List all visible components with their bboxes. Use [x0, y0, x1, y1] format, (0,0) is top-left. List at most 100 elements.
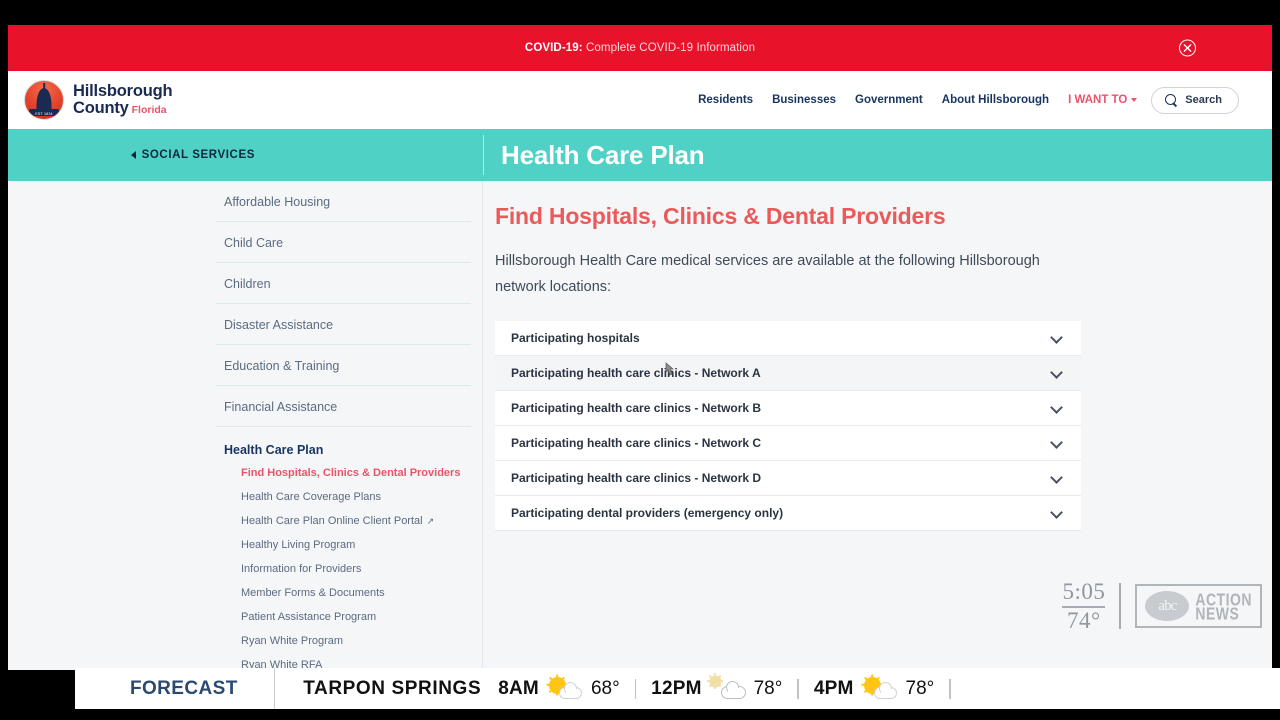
search-icon	[1165, 93, 1178, 107]
covid-alert-banner: COVID-19: Complete COVID-19 Information	[8, 25, 1272, 71]
chevron-down-icon	[1051, 472, 1062, 483]
accordion-item-network-b[interactable]: Participating health care clinics - Netw…	[495, 390, 1081, 426]
forecast-temp: 78°	[905, 677, 935, 699]
forecast-temp: 78°	[753, 677, 783, 699]
forecast-time: 8AM	[498, 677, 539, 699]
main-navigation: Residents Businesses Government About Hi…	[698, 94, 1138, 106]
forecast-slot-8am: 8AM 68°	[498, 676, 620, 700]
section-header-bar: SOCIAL SERVICES Health Care Plan	[8, 129, 1272, 181]
accordion-label: Participating health care clinics - Netw…	[511, 400, 762, 415]
forecast-time: 12PM	[651, 677, 702, 699]
sidebar-item-education-training[interactable]: Education & Training	[216, 345, 471, 386]
header-divider	[483, 135, 484, 175]
sidebar-subitem-online-client-portal-label: Health Care Plan Online Client Portal	[241, 515, 423, 527]
accordion-label: Participating health care clinics - Netw…	[511, 470, 762, 485]
nav-item-i-want-to[interactable]: I WANT TO	[1068, 94, 1138, 106]
accordion-item-dental-providers[interactable]: Participating dental providers (emergenc…	[495, 495, 1081, 531]
accordion-item-network-c[interactable]: Participating health care clinics - Netw…	[495, 425, 1081, 461]
sidebar-item-disaster-assistance[interactable]: Disaster Assistance	[216, 304, 471, 345]
sidebar-subitem-patient-assistance[interactable]: Patient Assistance Program	[216, 605, 471, 629]
nav-item-government[interactable]: Government	[855, 94, 923, 106]
chevron-down-icon	[1131, 98, 1138, 102]
provider-accordion: Participating hospitals Participating he…	[495, 320, 1081, 531]
nav-item-i-want-to-label: I WANT TO	[1068, 94, 1128, 106]
tv-broadcast-screen: COVID-19: Complete COVID-19 Information …	[0, 0, 1280, 720]
sidebar-item-children[interactable]: Children	[216, 263, 471, 304]
chevron-down-icon	[1051, 507, 1062, 518]
covid-banner-prefix: COVID-19:	[524, 42, 583, 54]
accordion-label: Participating health care clinics - Netw…	[511, 365, 761, 380]
logo-line-2: County	[73, 99, 129, 117]
sun-cloud-icon	[548, 676, 582, 700]
forecast-city: TARPON SPRINGS	[303, 677, 482, 699]
chevron-down-icon	[1051, 402, 1062, 413]
content-heading: Find Hospitals, Clinics & Dental Provide…	[495, 203, 946, 229]
nav-item-about-hillsborough[interactable]: About Hillsborough	[942, 94, 1049, 106]
letterbox-top	[0, 0, 1280, 25]
current-temperature: 74°	[1067, 607, 1101, 633]
chevron-down-icon	[1051, 367, 1062, 378]
broadcast-overlay: 5:05 74° abc ACTION NEWS	[1062, 579, 1262, 633]
nav-item-businesses[interactable]: Businesses	[772, 94, 836, 106]
breadcrumb-social-services[interactable]: SOCIAL SERVICES	[130, 149, 255, 161]
close-icon[interactable]	[1179, 39, 1196, 57]
forecast-slot-12pm: 12PM 78°	[651, 674, 783, 700]
accordion-item-network-d[interactable]: Participating health care clinics - Netw…	[495, 460, 1081, 496]
site-logo[interactable]: EST 1834 Hillsborough County Florida	[24, 80, 173, 120]
logo-line-1: Hillsborough	[73, 82, 173, 101]
sidebar-item-affordable-housing[interactable]: Affordable Housing	[216, 181, 471, 222]
accordion-item-network-a[interactable]: Participating health care clinics - Netw…	[495, 355, 1081, 391]
sidebar-sublist: Find Hospitals, Clinics & Dental Provide…	[216, 461, 471, 670]
covid-banner-message: Complete COVID-19 Information	[582, 42, 756, 54]
external-link-icon: ↗︎	[426, 516, 435, 526]
accordion-item-participating-hospitals[interactable]: Participating hospitals	[495, 320, 1081, 356]
site-header: EST 1834 Hillsborough County Florida Resi…	[8, 71, 1272, 129]
seal-est-text: EST 1834	[35, 111, 53, 116]
sidebar-item-financial-assistance[interactable]: Financial Assistance	[216, 386, 471, 427]
abc-circle-logo: abc	[1145, 591, 1190, 622]
sidebar-divider	[482, 181, 483, 670]
covid-banner-text[interactable]: COVID-19: Complete COVID-19 Information	[525, 42, 755, 54]
partly-cloudy-icon	[708, 674, 746, 700]
clock-temperature-bug: 5:05 74°	[1062, 579, 1106, 633]
forecast-ticker: FORECAST TARPON SPRINGS 8AM 68° 12PM 78°…	[75, 668, 1280, 709]
sidebar-subitem-healthy-living[interactable]: Healthy Living Program	[216, 533, 471, 557]
accordion-label: Participating health care clinics - Netw…	[511, 435, 762, 450]
forecast-title: FORECAST	[130, 677, 238, 699]
forecast-temp: 68°	[590, 677, 620, 699]
abc-action-news-logo: abc ACTION NEWS	[1135, 584, 1262, 629]
overlay-divider	[1119, 583, 1122, 630]
sun-cloud-icon	[863, 676, 897, 700]
letterbox-bottom	[0, 709, 1280, 720]
forecast-slot-divider	[634, 678, 637, 699]
sidebar-item-child-care[interactable]: Child Care	[216, 222, 471, 263]
breadcrumb-label: SOCIAL SERVICES	[141, 149, 255, 161]
sidebar-subitem-member-forms[interactable]: Member Forms & Documents	[216, 581, 471, 605]
sidebar-navigation: Affordable Housing Child Care Children D…	[8, 181, 483, 670]
nav-item-residents[interactable]: Residents	[698, 94, 753, 106]
logo-state: Florida	[131, 104, 167, 116]
browser-page: COVID-19: Complete COVID-19 Information …	[8, 25, 1272, 670]
sidebar-subitem-information-providers[interactable]: Information for Providers	[216, 557, 471, 581]
search-button[interactable]: Search	[1151, 86, 1239, 114]
content-paragraph: Hillsborough Health Care medical service…	[495, 253, 1040, 295]
clock-time: 5:05	[1062, 579, 1106, 604]
sidebar-subitem-ryan-white-program[interactable]: Ryan White Program	[216, 629, 471, 653]
sidebar-subitem-coverage-plans[interactable]: Health Care Coverage Plans	[216, 485, 471, 509]
sidebar-item-health-care-plan[interactable]: Health Care Plan	[216, 427, 471, 461]
county-seal-icon: EST 1834	[24, 80, 64, 120]
page-title: Health Care Plan	[501, 139, 705, 170]
accordion-label: Participating hospitals	[511, 330, 640, 345]
sidebar-subitem-find-hospitals[interactable]: Find Hospitals, Clinics & Dental Provide…	[216, 461, 471, 485]
accordion-label: Participating dental providers (emergenc…	[511, 505, 784, 520]
search-button-label: Search	[1185, 94, 1222, 106]
forecast-time: 4PM	[813, 677, 854, 699]
letterbox-left	[0, 25, 8, 670]
sidebar-subitem-online-client-portal[interactable]: Health Care Plan Online Client Portal ↗︎	[216, 509, 471, 533]
chevron-down-icon	[1051, 437, 1062, 448]
forecast-slot-divider	[949, 678, 951, 699]
chevron-down-icon	[1051, 332, 1062, 343]
forecast-slot-divider	[797, 678, 799, 699]
forecast-slot-4pm: 4PM 78°	[813, 676, 935, 700]
chevron-left-icon	[130, 151, 136, 159]
